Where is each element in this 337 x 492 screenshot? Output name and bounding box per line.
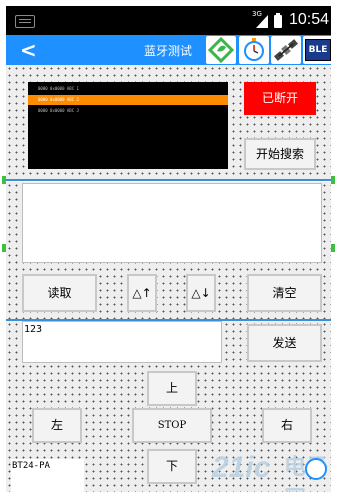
- action-bar: < 蓝牙测试 BLE: [6, 35, 333, 65]
- clock: 10:54: [289, 11, 330, 28]
- list-item-selected[interactable]: 0000 0x0000 ABC 2: [28, 95, 228, 105]
- battery-icon: [274, 13, 282, 28]
- satellite-icon[interactable]: [271, 36, 301, 64]
- refresh-leaf-icon[interactable]: [206, 36, 236, 64]
- back-icon[interactable]: <: [20, 38, 37, 62]
- clear-button[interactable]: 清空: [247, 274, 322, 312]
- backward-button[interactable]: 下: [147, 449, 197, 484]
- resize-handle[interactable]: [2, 176, 6, 184]
- connection-status-button[interactable]: 已断开: [244, 82, 316, 115]
- ble-label: BLE: [305, 39, 331, 61]
- receive-textarea[interactable]: [22, 183, 322, 263]
- read-button[interactable]: 读取: [22, 274, 97, 312]
- increment-button[interactable]: △↑: [127, 274, 157, 312]
- left-button[interactable]: 左: [32, 408, 82, 443]
- app-window: 3G 10:54 < 蓝牙测试 BLE 0000 0x0000 ABC 1 00…: [0, 0, 337, 492]
- resize-handle[interactable]: [2, 244, 6, 252]
- stop-button[interactable]: STOP: [132, 408, 212, 443]
- signal-icon: [256, 15, 268, 28]
- stopwatch-logo-icon: [305, 458, 327, 480]
- page-title: 蓝牙测试: [144, 44, 193, 58]
- resize-handle[interactable]: [331, 244, 335, 252]
- send-input[interactable]: 123: [22, 321, 222, 363]
- decrement-button[interactable]: △↓: [186, 274, 216, 312]
- resize-handle[interactable]: [331, 176, 335, 184]
- right-button[interactable]: 右: [262, 408, 312, 443]
- send-button[interactable]: 发送: [247, 324, 322, 362]
- device-list[interactable]: 0000 0x0000 ABC 1 0000 0x0000 ABC 2 0000…: [28, 82, 228, 169]
- keyboard-icon: [15, 15, 35, 28]
- stopwatch-icon[interactable]: [239, 36, 269, 64]
- status-bar: 3G 10:54: [6, 6, 331, 35]
- watermark-text: 21ic: [212, 451, 271, 484]
- forward-button[interactable]: 上: [147, 371, 197, 406]
- list-item[interactable]: 0000 0x0000 ABC 3: [28, 106, 228, 116]
- device-name-label: BT24-PA: [11, 459, 84, 492]
- ble-icon[interactable]: BLE: [303, 36, 333, 64]
- start-search-button[interactable]: 开始搜索: [244, 138, 316, 170]
- divider: [6, 179, 331, 181]
- list-item[interactable]: 0000 0x0000 ABC 1: [28, 84, 228, 94]
